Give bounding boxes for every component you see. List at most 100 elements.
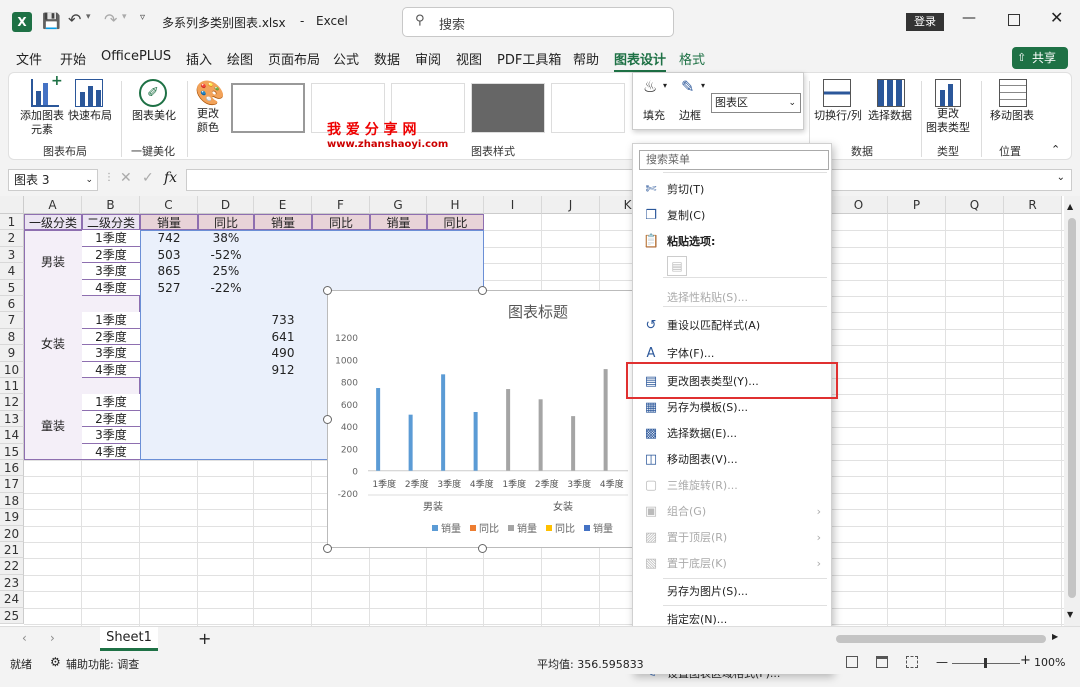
column-header[interactable]: E: [254, 196, 312, 214]
header-cell[interactable]: 同比: [312, 214, 370, 231]
row-header[interactable]: 9: [0, 345, 24, 362]
resize-handle[interactable]: [323, 415, 332, 424]
column-header[interactable]: I: [484, 196, 542, 214]
select-all-corner[interactable]: [0, 196, 24, 214]
horizontal-scrollbar[interactable]: [836, 635, 1046, 643]
expand-formula-icon[interactable]: ⌄: [1057, 172, 1065, 183]
accessibility-status[interactable]: 辅助功能: 调查: [66, 656, 139, 672]
row-header[interactable]: 3: [0, 246, 24, 264]
row-header[interactable]: 11: [0, 378, 24, 395]
switch-row-col-button[interactable]: 切换行/列: [813, 109, 863, 123]
quarter-cell[interactable]: 3季度: [82, 427, 140, 444]
tab-pdf-tools[interactable]: PDF工具箱: [497, 49, 561, 68]
quarter-cell[interactable]: 4季度: [82, 443, 140, 460]
category-cell[interactable]: 女装: [24, 312, 82, 378]
sales-cell[interactable]: 527: [140, 280, 198, 296]
change-color-button[interactable]: 更改 颜色: [189, 107, 227, 135]
maximize-icon[interactable]: [1008, 14, 1020, 26]
row-header[interactable]: 15: [0, 443, 24, 460]
column-header[interactable]: H: [427, 196, 484, 214]
row-header[interactable]: 13: [0, 410, 24, 428]
select-data-button[interactable]: 选择数据: [865, 109, 915, 123]
column-header[interactable]: A: [24, 196, 82, 214]
formula-input[interactable]: ⌄: [186, 169, 1072, 191]
resize-handle[interactable]: [478, 286, 487, 295]
zoom-level[interactable]: 100%: [1034, 656, 1065, 669]
chart-style-thumb-4[interactable]: [471, 83, 545, 133]
tab-formulas[interactable]: 公式: [333, 49, 359, 68]
header-cell[interactable]: 同比: [427, 214, 484, 231]
sales-cell[interactable]: 912: [254, 362, 312, 378]
header-cell[interactable]: 销量: [370, 214, 427, 231]
quarter-cell[interactable]: 3季度: [82, 345, 140, 362]
resize-handle[interactable]: [323, 286, 332, 295]
tab-page-layout[interactable]: 页面布局: [268, 49, 320, 68]
redo-dropdown-icon[interactable]: ▾: [122, 12, 127, 22]
quarter-cell[interactable]: 2季度: [82, 410, 140, 428]
header-cell[interactable]: 销量: [254, 214, 312, 231]
row-header[interactable]: 16: [0, 460, 24, 477]
normal-view-icon[interactable]: [846, 656, 858, 668]
quarter-cell[interactable]: 4季度: [82, 279, 140, 296]
row-header[interactable]: 25: [0, 607, 24, 624]
quarter-cell[interactable]: 2季度: [82, 246, 140, 264]
context-menu-item[interactable]: ❐ 复制(C): [633, 203, 831, 229]
sales-cell[interactable]: 641: [254, 329, 312, 345]
row-header[interactable]: 4: [0, 263, 24, 280]
collapse-ribbon-icon[interactable]: ⌃: [1051, 143, 1060, 156]
border-dropdown-icon[interactable]: ▾: [701, 81, 705, 90]
sales-cell[interactable]: 733: [254, 312, 312, 328]
header-cell[interactable]: 二级分类: [82, 214, 140, 231]
enter-formula-icon[interactable]: ✓: [142, 170, 154, 186]
tab-review[interactable]: 审阅: [415, 49, 441, 68]
quarter-cell[interactable]: 3季度: [82, 263, 140, 280]
sales-cell[interactable]: 503: [140, 247, 198, 263]
page-layout-view-icon[interactable]: [876, 656, 888, 668]
category-cell[interactable]: 男装: [24, 230, 82, 296]
chart-area[interactable]: 图表标题 1200 1000 800 600 400 200 0 -200 1季度 2季度 3季度 4…: [327, 290, 637, 548]
row-header[interactable]: 6: [0, 296, 24, 313]
close-icon[interactable]: ✕: [1050, 8, 1063, 27]
zoom-in-icon[interactable]: +: [1020, 653, 1031, 668]
resize-handle[interactable]: [323, 544, 332, 553]
zoom-out-icon[interactable]: —: [936, 655, 948, 669]
tab-file[interactable]: 文件: [16, 49, 42, 68]
row-header[interactable]: 23: [0, 574, 24, 592]
column-header[interactable]: D: [198, 196, 254, 214]
sales-cell[interactable]: 865: [140, 263, 198, 279]
row-header[interactable]: 10: [0, 361, 24, 378]
quarter-cell[interactable]: 1季度: [82, 394, 140, 411]
tab-help[interactable]: 帮助: [573, 49, 599, 68]
column-header[interactable]: R: [1004, 196, 1062, 214]
customize-qat-icon[interactable]: ▿: [140, 12, 145, 23]
context-menu-item[interactable]: 另存为图片(S)...: [633, 579, 831, 605]
context-menu-item[interactable]: ✄ 剪切(T): [633, 177, 831, 203]
vertical-scrollbar[interactable]: ▲ ▼: [1064, 196, 1080, 626]
fill-button[interactable]: 填充: [643, 107, 665, 123]
tab-data[interactable]: 数据: [374, 49, 400, 68]
quarter-cell[interactable]: 1季度: [82, 312, 140, 329]
row-header[interactable]: 5: [0, 279, 24, 296]
add-chart-element-button[interactable]: 添加图表 元素: [19, 109, 65, 137]
tab-officeplus[interactable]: OfficePLUS: [101, 49, 171, 64]
insert-function-icon[interactable]: fx: [164, 170, 177, 186]
header-cell[interactable]: 销量: [140, 214, 198, 231]
row-header[interactable]: 14: [0, 427, 24, 444]
yoy-cell[interactable]: 25%: [198, 263, 254, 279]
chart-beautify-button[interactable]: 图表美化: [127, 109, 181, 123]
next-sheet-icon[interactable]: ›: [50, 631, 55, 645]
scroll-right-icon[interactable]: ▶: [1052, 632, 1058, 641]
tab-draw[interactable]: 绘图: [227, 49, 253, 68]
share-button[interactable]: ⇧ 共享: [1012, 47, 1068, 69]
chart-element-select[interactable]: 图表区 ⌄: [711, 93, 801, 113]
row-header[interactable]: 7: [0, 312, 24, 329]
context-menu-item[interactable]: ◫ 移动图表(V)...: [633, 447, 831, 473]
row-header[interactable]: 2: [0, 230, 24, 247]
context-menu-item[interactable]: ↺ 重设以匹配样式(A): [633, 313, 831, 339]
column-header[interactable]: P: [888, 196, 946, 214]
tab-insert[interactable]: 插入: [186, 49, 212, 68]
tab-view[interactable]: 视图: [456, 49, 482, 68]
row-header[interactable]: 12: [0, 394, 24, 411]
column-header[interactable]: C: [140, 196, 198, 214]
chart-style-thumb-5[interactable]: [551, 83, 625, 133]
